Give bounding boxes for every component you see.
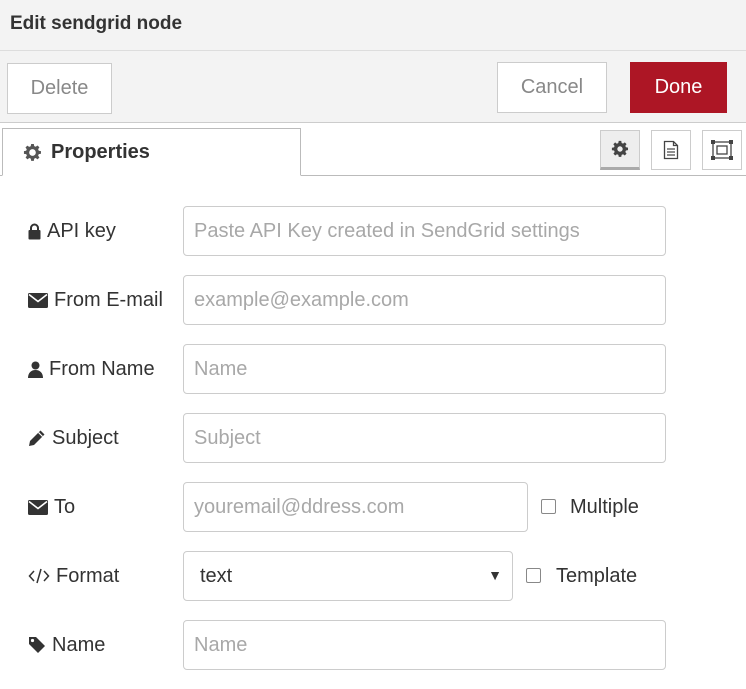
- envelope-icon: [28, 292, 48, 308]
- to-label: To: [28, 482, 75, 532]
- user-icon: [28, 361, 43, 378]
- form-row-api-key: API key: [0, 206, 746, 256]
- form-row-from-email: From E-mail: [0, 275, 746, 325]
- dialog-header: Edit sendgrid node: [0, 0, 746, 51]
- form-row-subject: Subject: [0, 413, 746, 463]
- template-label[interactable]: Template: [556, 551, 637, 601]
- gear-icon: [611, 140, 629, 157]
- lock-icon: [28, 223, 41, 239]
- multiple-label[interactable]: Multiple: [570, 482, 639, 532]
- tab-properties-label: Properties: [51, 140, 150, 163]
- tab-settings[interactable]: [600, 130, 640, 170]
- from-email-input[interactable]: [183, 275, 666, 325]
- delete-button[interactable]: Delete: [7, 63, 112, 114]
- envelope-icon: [28, 499, 48, 515]
- dialog-toolbar: Delete Cancel Done: [0, 51, 746, 123]
- api-key-input[interactable]: [183, 206, 666, 256]
- from-name-label: From Name: [28, 344, 155, 394]
- to-input[interactable]: [183, 482, 528, 532]
- tab-description[interactable]: [651, 130, 691, 170]
- tab-properties[interactable]: Properties: [2, 128, 301, 176]
- tab-bar: Properties: [0, 123, 746, 176]
- format-label: Format: [28, 551, 119, 601]
- from-email-label: From E-mail: [28, 275, 163, 325]
- form-row-from-name: From Name: [0, 344, 746, 394]
- caret-down-icon: ▼: [488, 567, 502, 583]
- appearance-icon: [711, 140, 733, 160]
- code-icon: [28, 568, 50, 584]
- format-selected-value: text: [200, 564, 233, 587]
- form-row-name: Name: [0, 620, 746, 670]
- name-input[interactable]: [183, 620, 666, 670]
- cancel-button[interactable]: Cancel: [497, 62, 607, 113]
- tag-icon: [29, 637, 45, 653]
- description-icon: [663, 140, 679, 160]
- form-row-format: Format text ▼ Template: [0, 551, 746, 601]
- multiple-checkbox[interactable]: [541, 499, 556, 514]
- template-checkbox[interactable]: [526, 568, 541, 583]
- from-name-input[interactable]: [183, 344, 666, 394]
- form-row-to: To Multiple: [0, 482, 746, 532]
- subject-label: Subject: [28, 413, 119, 463]
- pencil-icon: [29, 430, 45, 446]
- name-label: Name: [28, 620, 105, 670]
- format-select[interactable]: text ▼: [183, 551, 513, 601]
- dialog-title: Edit sendgrid node: [10, 13, 183, 34]
- gear-icon: [23, 143, 41, 161]
- tab-appearance[interactable]: [702, 130, 742, 170]
- done-button[interactable]: Done: [630, 62, 727, 113]
- subject-input[interactable]: [183, 413, 666, 463]
- api-key-label: API key: [28, 206, 116, 256]
